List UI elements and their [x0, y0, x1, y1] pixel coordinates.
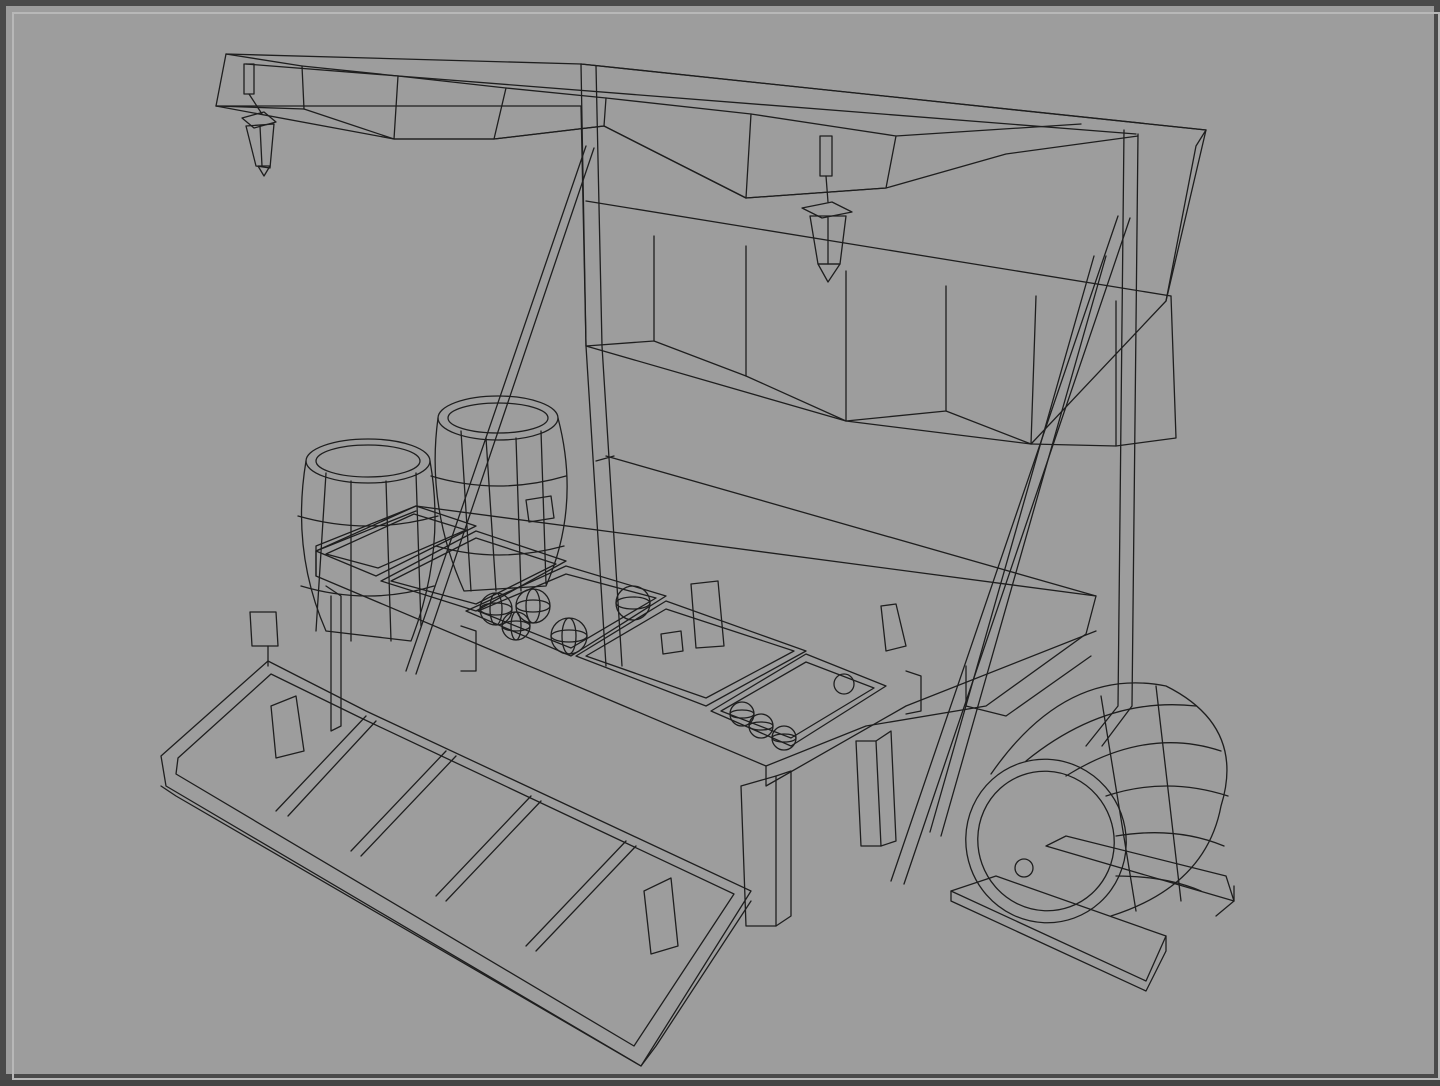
- wireframe-scene: [160, 53, 1235, 1067]
- sign-board: [249, 611, 279, 667]
- market-stall-awning: [215, 53, 1207, 447]
- barrel-lying-on-stand: [950, 682, 1235, 992]
- hanging-lantern-left: [241, 63, 277, 177]
- barrel-upright-left: [297, 438, 439, 642]
- barrel-upright-right: [430, 395, 568, 592]
- spheres-fruit: [479, 585, 855, 751]
- viewport-frame: [0, 0, 1440, 1080]
- fruit-crates: [315, 495, 907, 747]
- hanging-lantern-right: [801, 135, 853, 283]
